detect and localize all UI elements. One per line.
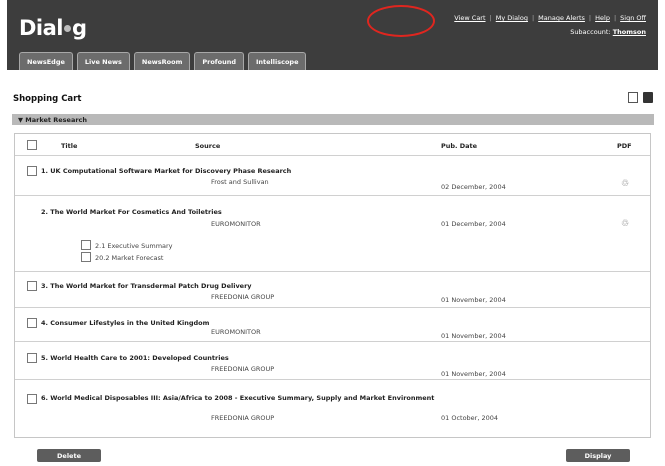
row-date: 01 November, 2004 — [441, 332, 506, 340]
row-date: 01 October, 2004 — [441, 414, 499, 422]
row-title-link[interactable]: 2. The World Market For Cosmetics And To… — [41, 208, 601, 217]
logo-text-part1: Dial — [19, 16, 64, 40]
tab-live-news[interactable]: Live News — [76, 52, 130, 70]
page-tools — [628, 92, 653, 103]
row-checkbox[interactable] — [27, 353, 37, 363]
subitem-label: 2.1 Executive Summary — [95, 242, 173, 250]
column-header-pdf: PDF — [617, 142, 632, 150]
app-header: Dial g View Cart | My Dialog | Manage Ale… — [7, 0, 658, 70]
link-separator: | — [588, 14, 592, 22]
row-checkbox[interactable] — [27, 394, 37, 404]
column-header-source: Source — [195, 142, 221, 150]
row-title-link[interactable]: 5. World Health Care to 2001: Developed … — [41, 354, 601, 363]
display-button[interactable]: Display — [566, 449, 630, 462]
row-checkbox[interactable] — [27, 166, 37, 176]
logo-dot-icon — [64, 24, 71, 32]
table-row: 4. Consumer Lifestyles in the United Kin… — [15, 308, 650, 342]
my-dialog-link[interactable]: My Dialog — [496, 14, 528, 22]
print-icon[interactable] — [643, 92, 653, 103]
sign-off-link[interactable]: Sign Off — [620, 14, 646, 22]
row-source: Frost and Sullivan — [211, 178, 269, 186]
top-links: View Cart | My Dialog | Manage Alerts | … — [454, 14, 646, 22]
pdf-icon[interactable]: ♲ — [621, 179, 629, 189]
row-source: FREEDONIA GROUP — [211, 293, 275, 301]
link-separator: | — [489, 14, 492, 22]
link-separator: | — [613, 14, 617, 22]
view-cart-link[interactable]: View Cart — [454, 14, 485, 22]
row-source: FREEDONIA GROUP — [211, 365, 275, 373]
help-link[interactable]: Help — [595, 14, 610, 22]
row-source: EUROMONITOR — [211, 220, 261, 228]
row-source: FREEDONIA GROUP — [211, 414, 275, 422]
table-row: 1. UK Computational Software Market for … — [15, 156, 650, 196]
highlight-circle — [367, 5, 435, 37]
row-source: EUROMONITOR — [211, 328, 261, 336]
select-all-checkbox[interactable] — [27, 140, 37, 150]
dialog-logo[interactable]: Dial g — [19, 16, 87, 40]
table-row: 6. World Medical Disposables III: Asia/A… — [15, 380, 650, 437]
document-icon[interactable] — [628, 92, 638, 103]
product-tabs: NewsEdge Live News NewsRoom Profound Int… — [19, 52, 307, 70]
subaccount-label: Subaccount: — [570, 28, 611, 36]
tab-intelliscope[interactable]: Intelliscope — [247, 52, 307, 70]
row-title-link[interactable]: 3. The World Market for Transdermal Patc… — [41, 282, 601, 291]
table-row: 2. The World Market For Cosmetics And To… — [15, 196, 650, 272]
row-date: 01 November, 2004 — [441, 370, 506, 378]
column-header-date: Pub. Date — [441, 142, 478, 150]
row-title-link[interactable]: 1. UK Computational Software Market for … — [41, 167, 601, 176]
logo-text-part2: g — [72, 16, 87, 40]
row-date: 02 December, 2004 — [441, 183, 506, 191]
row-date: 01 November, 2004 — [441, 296, 506, 304]
delete-button[interactable]: Delete — [37, 449, 101, 462]
row-title-link[interactable]: 6. World Medical Disposables III: Asia/A… — [41, 394, 601, 403]
subitem-checkbox[interactable] — [81, 240, 91, 250]
subaccount-info: Subaccount: Thomson — [570, 28, 646, 36]
tab-profound[interactable]: Profound — [194, 52, 244, 70]
pdf-icon[interactable]: ♲ — [621, 219, 629, 229]
subitem-checkbox[interactable] — [81, 252, 91, 262]
subitem-label: 20.2 Market Forecast — [95, 254, 164, 262]
row-title-link[interactable]: 4. Consumer Lifestyles in the United Kin… — [41, 319, 601, 328]
manage-alerts-link[interactable]: Manage Alerts — [538, 14, 585, 22]
cart-table: Title Source Pub. Date PDF 1. UK Computa… — [14, 133, 651, 438]
page-title: Shopping Cart — [13, 94, 82, 104]
row-checkbox[interactable] — [27, 318, 37, 328]
tab-newsroom[interactable]: NewsRoom — [133, 52, 191, 70]
table-row: 5. World Health Care to 2001: Developed … — [15, 342, 650, 380]
table-header-row: Title Source Pub. Date PDF — [15, 134, 650, 156]
table-row: 3. The World Market for Transdermal Patc… — [15, 272, 650, 308]
link-separator: | — [531, 14, 535, 22]
column-header-title: Title — [61, 142, 78, 150]
subaccount-link[interactable]: Thomson — [613, 28, 646, 36]
tab-newsedge[interactable]: NewsEdge — [19, 52, 73, 70]
row-checkbox[interactable] — [27, 281, 37, 291]
section-header-market-research[interactable]: ▼ Market Research — [12, 114, 654, 125]
row-date: 01 December, 2004 — [441, 220, 506, 228]
